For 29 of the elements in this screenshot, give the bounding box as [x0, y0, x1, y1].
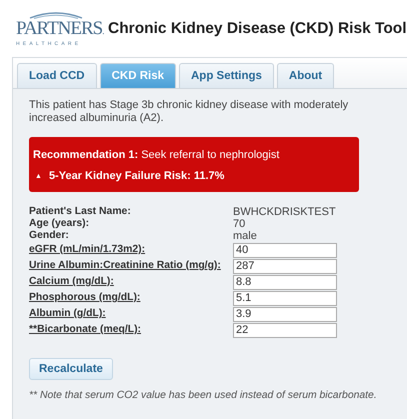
recommendation-text: Recommendation 1: Seek referral to nephrologist	[33, 149, 280, 161]
field-label: Urine Albumin:Creatinine Ratio (mg/g):	[29, 259, 222, 273]
field-label: Gender:	[29, 230, 70, 242]
logo-name: PARTNERS.	[16, 18, 104, 40]
risk-text: 5-Year Kidney Failure Risk: 11.7%	[48, 170, 224, 182]
input-field[interactable]: 287	[233, 258, 337, 274]
field-value: BWHCKDRISKTEST	[233, 206, 337, 218]
tab[interactable]: App Settings	[179, 63, 274, 88]
input-field[interactable]: 3.9	[233, 306, 337, 322]
logo-arc-icon	[28, 10, 84, 18]
input-field[interactable]: 8.8	[233, 274, 337, 290]
recalculate-button[interactable]: Recalculate	[29, 358, 113, 380]
tab[interactable]: Load CCD	[17, 63, 97, 88]
input-field[interactable]: 40	[233, 242, 337, 258]
input-field[interactable]: 5.1	[233, 290, 337, 306]
app-title: Chronic Kidney Disease (CKD) Risk Tool	[108, 20, 407, 38]
field-label: eGFR (mL/min/1.73m2):	[29, 243, 146, 257]
field-label: **Bicarbonate (meq/L):	[29, 323, 142, 337]
tab[interactable]: About	[276, 63, 334, 88]
field-label: Patient's Last Name:	[29, 206, 132, 218]
summary-text: This patient has Stage 3b chronic kidney disease with moderately increased albuminuria (A2).	[29, 99, 350, 125]
field-label: Age (years):	[29, 218, 90, 230]
field-label: Calcium (mg/dL):	[29, 275, 115, 289]
field-value: 70	[233, 218, 246, 230]
field-label: Albumin (g/dL):	[29, 307, 107, 321]
input-field[interactable]: 22	[233, 322, 337, 338]
field-label: Phosphorous (mg/dL):	[29, 291, 142, 305]
footnote: ** Note that serum CO2 value has been used instead of serum bicarbonate.	[29, 390, 378, 401]
field-value: male	[233, 230, 258, 242]
